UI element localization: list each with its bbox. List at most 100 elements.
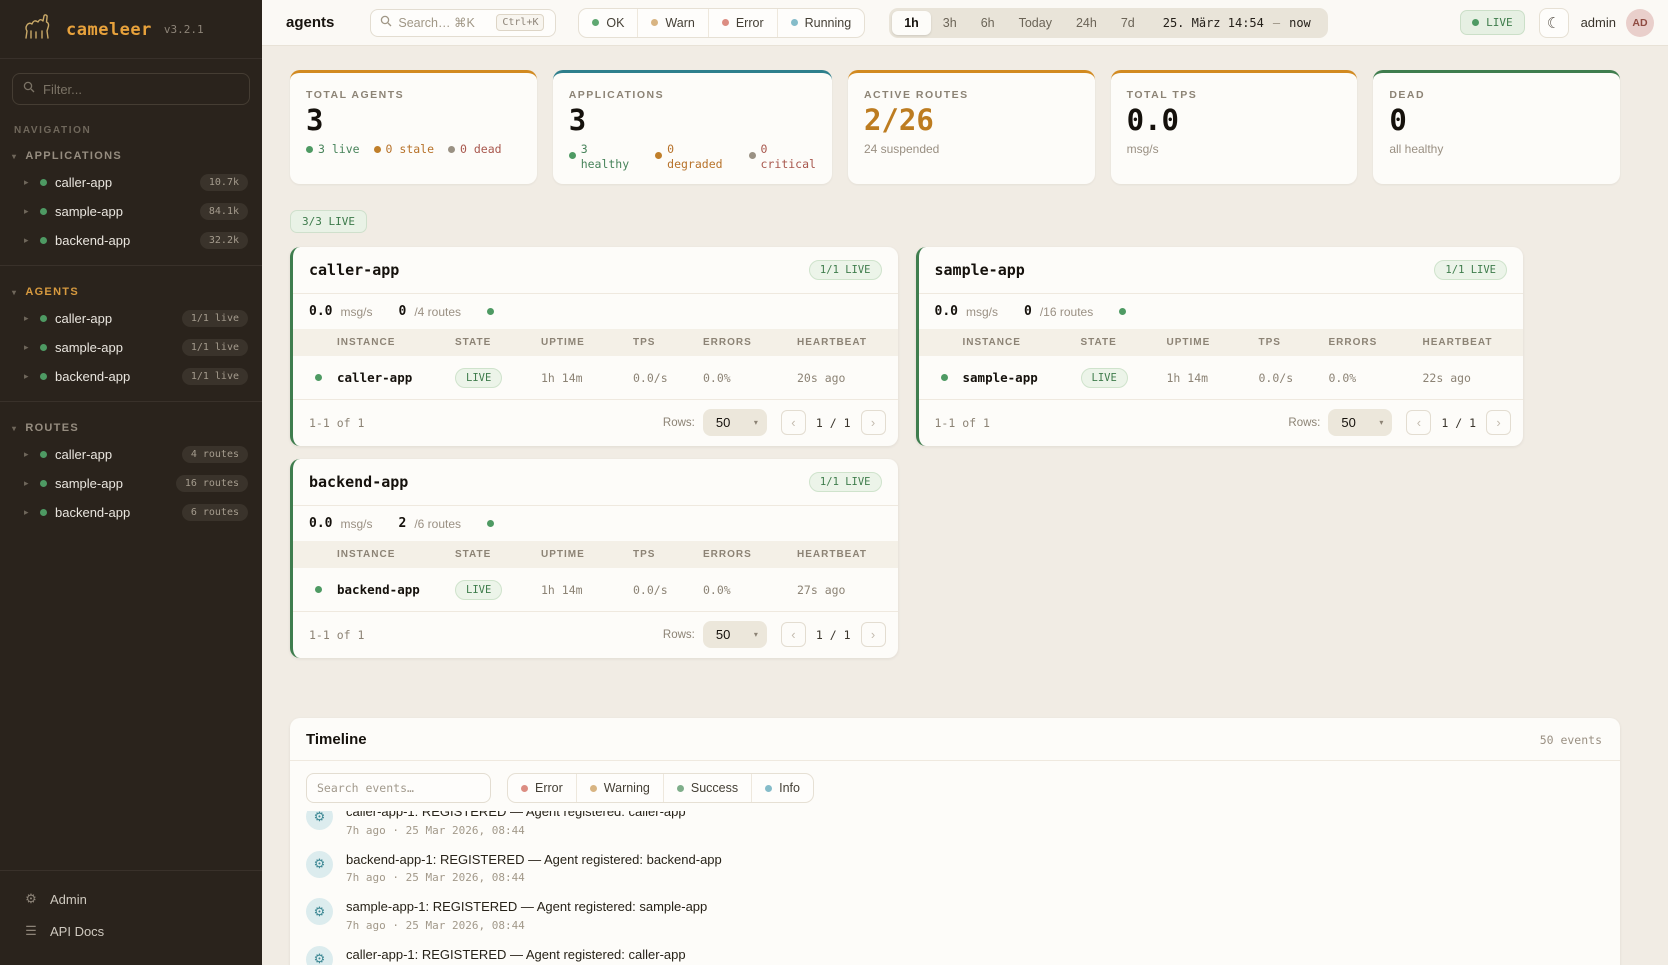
table-header: INSTANCESTATEUPTIME TPSERRORSHEARTBEAT — [919, 329, 1524, 356]
sidebar-item-admin[interactable]: ⚙ Admin — [0, 883, 262, 915]
filter-ok[interactable]: OK — [579, 9, 637, 37]
filter-warn[interactable]: Warn — [637, 9, 707, 37]
filter-error[interactable]: Error — [708, 9, 777, 37]
sidebar-item-api-docs[interactable]: ☰ API Docs — [0, 915, 262, 947]
sidebar-item-backend-app[interactable]: ▸ backend-app 32.2k — [0, 226, 262, 255]
live-badge: 1/1 live — [182, 368, 248, 385]
sidebar-filter-input[interactable] — [43, 82, 239, 97]
timeline-filter-error[interactable]: Error — [508, 774, 576, 802]
sidebar-section-routes[interactable]: ▾ ROUTES — [0, 412, 262, 440]
gear-icon: ⚙ — [306, 851, 333, 878]
chevron-right-icon: ▸ — [24, 206, 32, 217]
app-card-title[interactable]: caller-app — [309, 261, 399, 279]
timeline-event[interactable]: ⚙ caller-app-1: REGISTERED — Agent regis… — [306, 811, 1604, 844]
routes-badge: 6 routes — [182, 504, 248, 521]
next-page-button[interactable]: › — [861, 410, 886, 435]
rows-per-page-select[interactable]: 50▾ — [1328, 409, 1392, 436]
running-dot — [791, 19, 798, 26]
dark-mode-toggle[interactable]: ☾ — [1539, 8, 1569, 38]
sidebar: cameleer v3.2.1 NAVIGATION ▾ APPLICATION… — [0, 0, 262, 965]
time-range-today[interactable]: Today — [1007, 11, 1064, 35]
gear-icon: ⚙ — [306, 946, 333, 965]
table-row[interactable]: backend-app LIVE 1h 14m 0.0/s 0.0% 27s a… — [293, 568, 898, 612]
global-search[interactable]: Ctrl+K — [370, 9, 556, 37]
sidebar-item-routes-sample-app[interactable]: ▸ sample-app 16 routes — [0, 469, 262, 498]
timeline-events-list[interactable]: ⚙ caller-app-1: REGISTERED — Agent regis… — [290, 811, 1620, 965]
sidebar-section-agents[interactable]: ▾ AGENTS — [0, 276, 262, 304]
time-range-1h[interactable]: 1h — [892, 11, 931, 35]
stats-row: TOTAL AGENTS 3 3 live 0 stale 0 dead APP… — [290, 70, 1620, 184]
timeline-event[interactable]: ⚙ backend-app-1: REGISTERED — Agent regi… — [306, 844, 1604, 892]
chevron-right-icon: ▸ — [24, 313, 32, 324]
state-badge: LIVE — [1081, 368, 1128, 388]
sidebar-item-caller-app[interactable]: ▸ caller-app 10.7k — [0, 168, 262, 197]
table-row[interactable]: caller-app LIVE 1h 14m 0.0/s 0.0% 20s ag… — [293, 356, 898, 400]
status-dot — [315, 374, 322, 381]
sidebar-item-sample-app[interactable]: ▸ sample-app 84.1k — [0, 197, 262, 226]
timeline-event[interactable]: ⚙ caller-app-1: REGISTERED — Agent regis… — [306, 939, 1604, 965]
status-dot — [941, 374, 948, 381]
sidebar-item-agent-caller-app[interactable]: ▸ caller-app 1/1 live — [0, 304, 262, 333]
rows-per-page-select[interactable]: 50▾ — [703, 621, 767, 648]
time-range-group: 1h 3h 6h Today 24h 7d 25. März 14:54 — n… — [889, 8, 1328, 38]
timeline-filter-info[interactable]: Info — [751, 774, 813, 802]
sidebar-filter[interactable] — [12, 73, 250, 105]
app-card-title[interactable]: sample-app — [935, 261, 1025, 279]
event-timestamp: 7h ago · 25 Mar 2026, 08:44 — [346, 871, 722, 884]
chevron-down-icon: ▾ — [1379, 418, 1383, 427]
avatar[interactable]: AD — [1626, 9, 1654, 37]
divider — [0, 401, 262, 402]
sidebar-item-agent-backend-app[interactable]: ▸ backend-app 1/1 live — [0, 362, 262, 391]
app-card-title[interactable]: backend-app — [309, 473, 408, 491]
sidebar-item-agent-sample-app[interactable]: ▸ sample-app 1/1 live — [0, 333, 262, 362]
chevron-down-icon: ▾ — [12, 288, 17, 297]
live-dot — [306, 146, 313, 153]
event-timestamp: 7h ago · 25 Mar 2026, 08:44 — [346, 919, 707, 932]
state-badge: LIVE — [455, 368, 502, 388]
chevron-right-icon: ▸ — [24, 177, 32, 188]
time-range-3h[interactable]: 3h — [931, 11, 969, 35]
timeline-search[interactable] — [306, 773, 491, 803]
status-dot — [315, 586, 322, 593]
global-search-input[interactable] — [398, 16, 490, 30]
count-badge: 84.1k — [200, 203, 248, 220]
critical-dot — [749, 152, 756, 159]
pagination-range: 1-1 of 1 — [935, 416, 1289, 430]
warning-dot — [590, 785, 597, 792]
timeline-filter-group: Error Warning Success Info — [507, 773, 814, 803]
chevron-right-icon: ▸ — [24, 449, 32, 460]
status-dot — [40, 373, 47, 380]
sidebar-section-applications[interactable]: ▾ APPLICATIONS — [0, 140, 262, 168]
error-dot — [521, 785, 528, 792]
rows-per-page-select[interactable]: 50▾ — [703, 409, 767, 436]
timeline-search-input[interactable] — [317, 781, 480, 795]
prev-page-button[interactable]: ‹ — [781, 410, 806, 435]
table-row[interactable]: sample-app LIVE 1h 14m 0.0/s 0.0% 22s ag… — [919, 356, 1524, 400]
timeline-filter-warning[interactable]: Warning — [576, 774, 663, 802]
stat-card-applications: APPLICATIONS 3 3healthy 0degraded 0criti… — [553, 70, 832, 184]
stat-card-total-agents: TOTAL AGENTS 3 3 live 0 stale 0 dead — [290, 70, 537, 184]
app-logo[interactable]: cameleer v3.2.1 — [0, 0, 262, 59]
filter-running[interactable]: Running — [777, 9, 865, 37]
table-header: INSTANCESTATEUPTIME TPSERRORSHEARTBEAT — [293, 329, 898, 356]
live-status-badge: LIVE — [1460, 10, 1525, 35]
chevron-right-icon: ▸ — [24, 507, 32, 518]
time-range-7d[interactable]: 7d — [1109, 11, 1147, 35]
chevron-down-icon: ▾ — [12, 152, 17, 161]
warn-dot — [651, 19, 658, 26]
timeline-filter-success[interactable]: Success — [663, 774, 751, 802]
next-page-button[interactable]: › — [861, 622, 886, 647]
timeline-event[interactable]: ⚙ sample-app-1: REGISTERED — Agent regis… — [306, 891, 1604, 939]
next-page-button[interactable]: › — [1486, 410, 1511, 435]
health-dot — [487, 308, 494, 315]
status-dot — [40, 208, 47, 215]
sidebar-item-routes-backend-app[interactable]: ▸ backend-app 6 routes — [0, 498, 262, 527]
time-range-6h[interactable]: 6h — [969, 11, 1007, 35]
prev-page-button[interactable]: ‹ — [1406, 410, 1431, 435]
pagination-range: 1-1 of 1 — [309, 416, 663, 430]
table-header: INSTANCESTATEUPTIME TPSERRORSHEARTBEAT — [293, 541, 898, 568]
gear-icon: ⚙ — [306, 811, 333, 830]
sidebar-item-routes-caller-app[interactable]: ▸ caller-app 4 routes — [0, 440, 262, 469]
time-range-24h[interactable]: 24h — [1064, 11, 1109, 35]
prev-page-button[interactable]: ‹ — [781, 622, 806, 647]
